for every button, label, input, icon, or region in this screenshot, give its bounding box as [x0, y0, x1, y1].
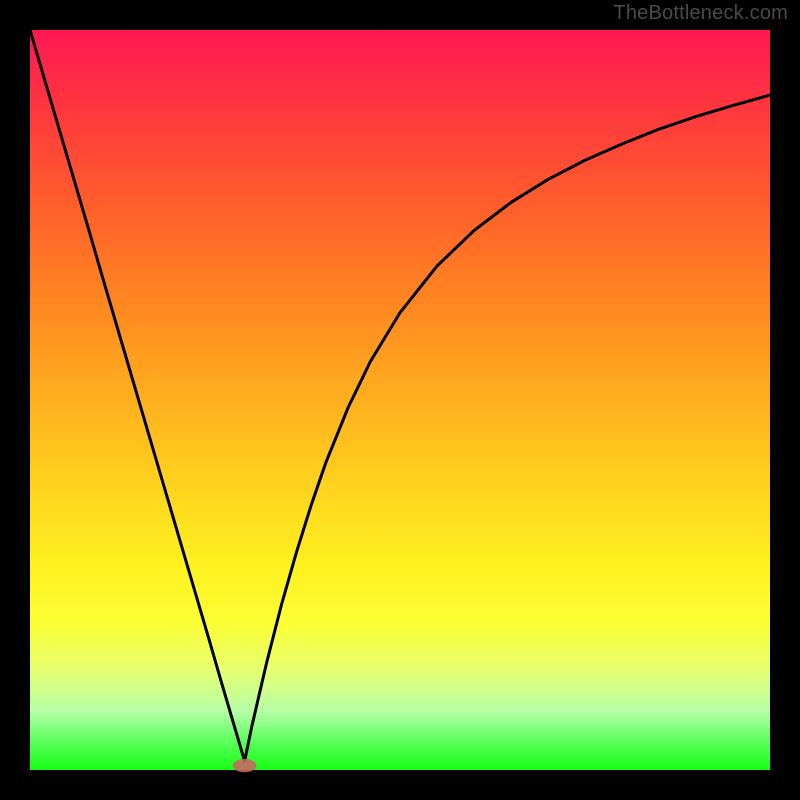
- chart-frame: TheBottleneck.com: [0, 0, 800, 800]
- chart-svg: [30, 30, 770, 770]
- curve-left-branch: [30, 30, 245, 761]
- plot-area: [30, 30, 770, 770]
- curve-right-branch: [245, 95, 770, 761]
- minimum-marker: [233, 759, 257, 772]
- watermark-text: TheBottleneck.com: [613, 2, 788, 25]
